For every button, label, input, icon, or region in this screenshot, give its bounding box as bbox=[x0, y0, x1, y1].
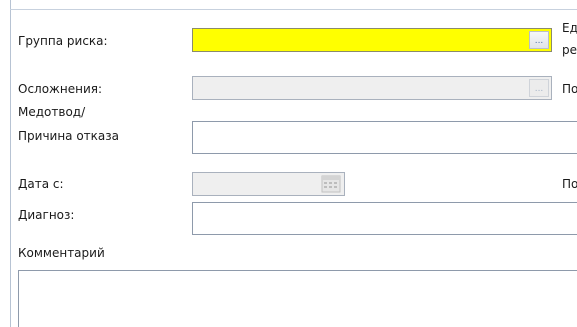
complications-label: Осложнения: bbox=[18, 82, 102, 96]
exemption-label-line1: Медотвод/ bbox=[18, 105, 86, 119]
right-label-fragment-3: По bbox=[562, 82, 577, 96]
diagnosis-field[interactable] bbox=[192, 202, 577, 235]
calendar-icon bbox=[321, 175, 341, 193]
complications-field[interactable]: ... bbox=[192, 76, 552, 100]
date-from-label: Дата с: bbox=[18, 177, 64, 191]
date-from-field[interactable] bbox=[192, 172, 345, 196]
exemption-field[interactable] bbox=[192, 121, 577, 154]
right-label-fragment-1: Ед bbox=[562, 21, 577, 35]
ellipsis-icon: ... bbox=[534, 84, 544, 94]
right-label-fragment-4: По bbox=[562, 177, 577, 191]
risk-group-ellipsis-button[interactable]: ... bbox=[529, 31, 549, 49]
exemption-label-line2: Причина отказа bbox=[18, 129, 120, 143]
panel-top-border bbox=[10, 9, 577, 10]
right-label-fragment-2: ре bbox=[562, 43, 577, 57]
risk-group-field[interactable]: ... bbox=[192, 28, 552, 52]
diagnosis-label: Диагноз: bbox=[18, 208, 75, 222]
panel-left-border bbox=[10, 0, 11, 327]
complications-ellipsis-button[interactable]: ... bbox=[529, 79, 549, 97]
calendar-button[interactable] bbox=[320, 175, 342, 193]
comment-textarea[interactable] bbox=[18, 270, 577, 327]
ellipsis-icon: ... bbox=[534, 36, 544, 46]
risk-group-label: Группа риска: bbox=[18, 34, 108, 48]
comment-label: Комментарий bbox=[18, 246, 105, 260]
form-panel: Группа риска: ... Ед ре Осложнения: ... … bbox=[0, 0, 577, 327]
